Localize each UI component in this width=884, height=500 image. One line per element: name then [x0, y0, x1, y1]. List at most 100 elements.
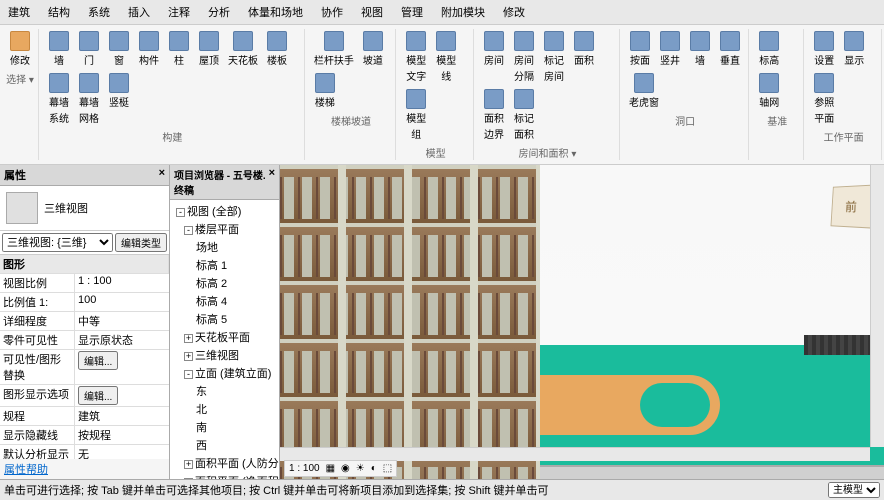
menu-插入[interactable]: 插入: [124, 2, 154, 22]
props-value[interactable]: 显示原状态: [75, 331, 169, 349]
ribbon-柱[interactable]: 柱: [165, 29, 193, 69]
tree-toggle-icon[interactable]: -: [184, 226, 193, 235]
scrollbar-horizontal[interactable]: [280, 447, 870, 461]
tree-item[interactable]: 西: [172, 436, 277, 454]
ribbon-标记面积[interactable]: 标记面积: [510, 87, 538, 143]
ribbon-构件[interactable]: 构件: [135, 29, 163, 69]
menu-分析[interactable]: 分析: [204, 2, 234, 22]
workset-filter[interactable]: 主模型: [828, 482, 880, 498]
ribbon-坡道[interactable]: 坡道: [359, 29, 387, 69]
ribbon-房间分隔[interactable]: 房间分隔: [510, 29, 538, 85]
tree-toggle-icon[interactable]: +: [184, 352, 193, 361]
ribbon-垂直[interactable]: 垂直: [716, 29, 744, 69]
menu-管理[interactable]: 管理: [397, 2, 427, 22]
tree-toggle-icon[interactable]: +: [184, 460, 193, 469]
tree-toggle-icon[interactable]: -: [176, 208, 185, 217]
ribbon-轴网[interactable]: 轴网: [755, 71, 783, 111]
tree-item[interactable]: 标高 5: [172, 310, 277, 328]
tree-item[interactable]: 标高 4: [172, 292, 277, 310]
properties-title: 属性: [4, 167, 26, 183]
close-icon[interactable]: ×: [269, 167, 275, 197]
ribbon-栏杆扶手[interactable]: 栏杆扶手: [311, 29, 357, 69]
menu-结构[interactable]: 结构: [44, 2, 74, 22]
tree-toggle-icon[interactable]: -: [184, 370, 193, 379]
menu-建筑[interactable]: 建筑: [4, 2, 34, 22]
ribbon-参照平面[interactable]: 参照平面: [810, 71, 838, 127]
ribbon-标记房间[interactable]: 标记房间: [540, 29, 568, 85]
tree-item[interactable]: -楼层平面: [172, 220, 277, 238]
crop-icon[interactable]: ⬚: [383, 463, 392, 474]
tree-item[interactable]: 南: [172, 418, 277, 436]
view-scale[interactable]: 1 : 100: [289, 463, 320, 474]
props-value[interactable]: 无: [75, 445, 169, 459]
menu-体量和场地[interactable]: 体量和场地: [244, 2, 307, 22]
tree-item[interactable]: +面积平面 (人防分区面积): [172, 454, 277, 472]
instance-selector[interactable]: 三维视图: {三维}: [2, 233, 113, 252]
ribbon-icon: [324, 31, 344, 51]
ribbon-icon: [169, 31, 189, 51]
ribbon-修改[interactable]: 修改: [6, 29, 34, 69]
ribbon-老虎窗[interactable]: 老虎窗: [626, 71, 662, 111]
menu-视图[interactable]: 视图: [357, 2, 387, 22]
tree-item[interactable]: 北: [172, 400, 277, 418]
tree-item[interactable]: 标高 2: [172, 274, 277, 292]
sun-path-icon[interactable]: ☀: [356, 463, 365, 474]
ribbon-门[interactable]: 门: [75, 29, 103, 69]
ribbon-模型文字[interactable]: 模型文字: [402, 29, 430, 85]
tree-item[interactable]: -视图 (全部): [172, 202, 277, 220]
tree-item[interactable]: 东: [172, 382, 277, 400]
tree-item[interactable]: +天花板平面: [172, 328, 277, 346]
props-value[interactable]: 按规程: [75, 426, 169, 444]
ribbon-模型线[interactable]: 模型线: [432, 29, 460, 85]
ribbon-显示[interactable]: 显示: [840, 29, 868, 69]
ribbon-幕墙网格[interactable]: 幕墙网格: [75, 71, 103, 127]
menu-附加模块[interactable]: 附加模块: [437, 2, 489, 22]
ribbon-标高[interactable]: 标高: [755, 29, 783, 69]
menu-注释[interactable]: 注释: [164, 2, 194, 22]
tree-item[interactable]: 场地: [172, 238, 277, 256]
viewport-3d[interactable]: 前 1 : 100 ▦ ◉ ☀ ◐ ⬚: [280, 165, 884, 479]
ribbon-竖井[interactable]: 竖井: [656, 29, 684, 69]
ribbon-面积边界[interactable]: 面积边界: [480, 87, 508, 143]
tree-toggle-icon[interactable]: +: [184, 334, 193, 343]
ribbon-楼板[interactable]: 楼板: [263, 29, 291, 69]
edit-type-button[interactable]: 编辑类型: [115, 233, 167, 252]
ribbon-模型组[interactable]: 模型组: [402, 87, 430, 143]
menu-系统[interactable]: 系统: [84, 2, 114, 22]
view-cube[interactable]: 前: [830, 185, 872, 229]
visual-style-icon[interactable]: ◉: [341, 463, 350, 474]
properties-help-link[interactable]: 属性帮助: [4, 464, 48, 476]
menu-协作[interactable]: 协作: [317, 2, 347, 22]
tree-item[interactable]: +三维视图: [172, 346, 277, 364]
edit-button[interactable]: 编辑...: [78, 351, 118, 370]
ribbon-屋顶[interactable]: 屋顶: [195, 29, 223, 69]
ribbon-房间[interactable]: 房间: [480, 29, 508, 85]
ribbon-幕墙系统[interactable]: 幕墙系统: [45, 71, 73, 127]
tree-item[interactable]: +面积平面 (净面积): [172, 472, 277, 479]
scrollbar-vertical[interactable]: [870, 165, 884, 447]
ribbon-设置[interactable]: 设置: [810, 29, 838, 69]
ribbon-天花板[interactable]: 天花板: [225, 29, 261, 69]
props-value[interactable]: 100: [75, 293, 169, 311]
close-icon[interactable]: ×: [159, 167, 165, 183]
props-value[interactable]: 建筑: [75, 407, 169, 425]
tree-item[interactable]: 标高 1: [172, 256, 277, 274]
ribbon-墙[interactable]: 墙: [686, 29, 714, 69]
ribbon-竖梃[interactable]: 竖梃: [105, 71, 133, 127]
ribbon-按面[interactable]: 按面: [626, 29, 654, 69]
detail-level-icon[interactable]: ▦: [326, 463, 335, 474]
edit-button[interactable]: 编辑...: [78, 386, 118, 405]
props-value[interactable]: 编辑...: [75, 350, 169, 384]
ribbon-icon: [49, 31, 69, 51]
tree-item[interactable]: -立面 (建筑立面): [172, 364, 277, 382]
ribbon-面积[interactable]: 面积: [570, 29, 598, 85]
type-selector[interactable]: 三维视图: [0, 186, 169, 231]
ribbon-墙[interactable]: 墙: [45, 29, 73, 69]
props-value[interactable]: 编辑...: [75, 385, 169, 406]
props-value[interactable]: 1 : 100: [75, 274, 169, 292]
menu-修改[interactable]: 修改: [499, 2, 529, 22]
ribbon-楼梯[interactable]: 楼梯: [311, 71, 339, 111]
ribbon-窗[interactable]: 窗: [105, 29, 133, 69]
shadows-icon[interactable]: ◐: [371, 463, 377, 474]
props-value[interactable]: 中等: [75, 312, 169, 330]
